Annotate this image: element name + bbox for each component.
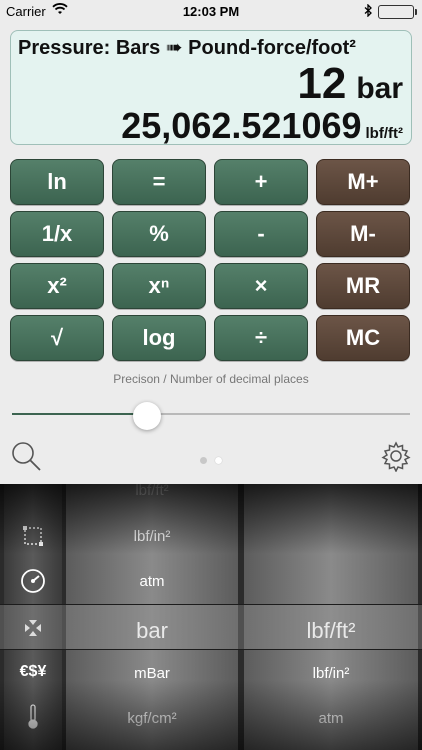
memory-recall-key[interactable]: MR [316,263,410,309]
minus-key[interactable]: - [214,211,308,257]
clock: 12:03 PM [182,4,240,19]
from-unit-item[interactable]: lbf/ft² [66,484,238,499]
divide-key[interactable]: ÷ [214,315,308,361]
log-key[interactable]: log [112,315,206,361]
precision-slider[interactable] [12,402,410,430]
multiply-key[interactable]: × [214,263,308,309]
page-dot-2[interactable] [215,457,222,464]
currency-icon[interactable]: €$¥ [4,656,62,688]
thermometer-icon[interactable] [4,700,62,732]
to-unit-item[interactable]: atm [244,710,418,727]
input-row: 12 bar [297,59,403,109]
page-dot-1[interactable] [200,457,207,464]
result-row: 25,062.521069 lbf/ft² [121,105,403,147]
conversion-display: Pressure: Bars ➠ Pound-force/foot² 12 bar… [10,30,412,147]
memory-subtract-key[interactable]: M- [316,211,410,257]
compress-icon[interactable] [4,612,62,644]
page-indicator[interactable] [198,457,226,465]
reciprocal-key[interactable]: 1/x [10,211,104,257]
from-unit-item[interactable]: lbf/in² [66,528,238,545]
ln-key[interactable]: ln [10,159,104,205]
input-unit: bar [356,72,403,105]
precision-label: Precison / Number of decimal places [113,372,309,386]
gear-icon [381,441,411,473]
memory-add-key[interactable]: M+ [316,159,410,205]
search-button[interactable] [10,440,42,472]
bluetooth-icon [364,3,373,20]
memory-clear-key[interactable]: MC [316,315,410,361]
battery-icon [378,5,417,19]
slider-track-fill [12,413,148,415]
square-key[interactable]: x² [10,263,104,309]
search-icon [12,442,41,471]
from-unit-item[interactable]: mBar [66,665,238,682]
conversion-title: Pressure: Bars ➠ Pound-force/foot² [18,37,356,59]
unit-picker[interactable]: €$¥ lbf/ft² lbf/in² atm bar mBar kgf/cm²… [0,484,422,750]
plus-key[interactable]: + [214,159,308,205]
keypad: ln = + M+ 1/x % - M- x² xⁿ × MR √ log ÷ … [10,159,412,361]
percent-key[interactable]: % [112,211,206,257]
settings-button[interactable] [380,440,412,473]
sqrt-key[interactable]: √ [10,315,104,361]
slider-thumb[interactable] [133,402,162,430]
gauge-icon[interactable] [4,565,62,597]
from-unit-item[interactable]: kgf/cm² [66,710,238,727]
from-unit-item[interactable]: atm [66,573,238,590]
result-unit: lbf/ft² [365,125,403,142]
input-value: 12 [297,59,347,108]
to-unit-item[interactable]: lbf/in² [244,665,418,682]
result-value: 25,062.521069 [121,105,362,146]
to-unit-selected[interactable]: lbf/ft² [244,618,418,644]
area-icon[interactable] [4,520,62,552]
from-unit-selected[interactable]: bar [66,618,238,644]
status-bar: Carrier 12:03 PM [0,0,422,22]
power-key[interactable]: xⁿ [112,263,206,309]
equals-key[interactable]: = [112,159,206,205]
